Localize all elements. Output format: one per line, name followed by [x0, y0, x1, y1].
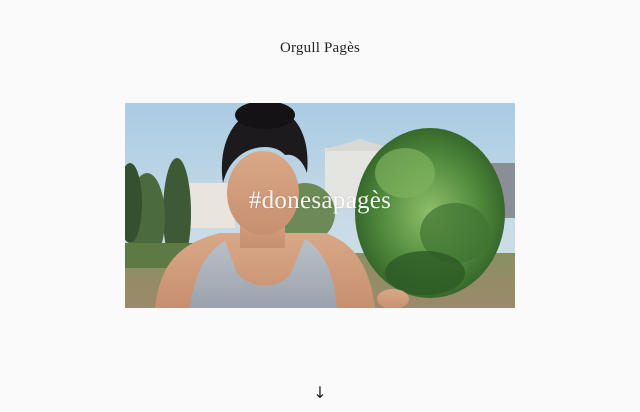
- hero-banner[interactable]: #donesapagès: [125, 103, 515, 308]
- arrow-down-icon[interactable]: ↓: [0, 383, 640, 402]
- hero-hashtag: #donesapagès: [248, 187, 392, 214]
- site-title[interactable]: Orgull Pagès: [0, 40, 640, 57]
